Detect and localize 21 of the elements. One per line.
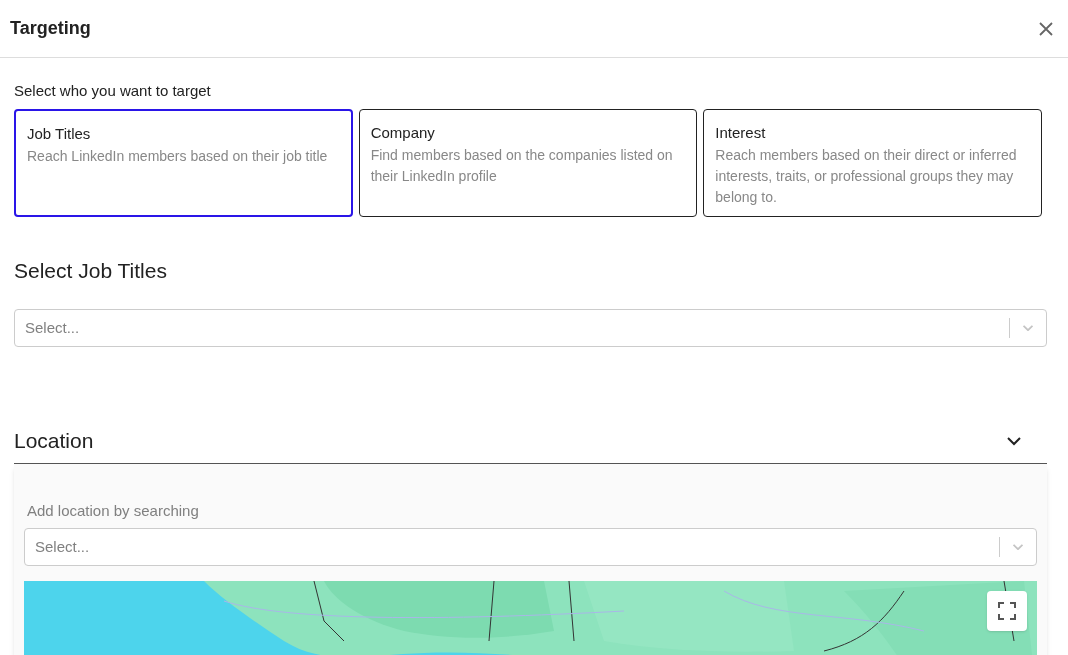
section-heading: Select Job Titles bbox=[14, 257, 168, 284]
target-option-card[interactable]: Company Find members based on the companies listed on their LinkedIn profile bbox=[358, 108, 698, 217]
option-title: Interest bbox=[715, 122, 767, 143]
target-option-card[interactable]: Job Titles Reach LinkedIn members based on their job title bbox=[14, 108, 353, 217]
select-field[interactable]: Select... bbox=[24, 528, 1037, 566]
option-title: Job Titles bbox=[27, 123, 92, 144]
target-option-card[interactable]: Interest Reach members based on their direct or inferred interests, traits, or professional groups they may belong to. bbox=[703, 108, 1042, 217]
target-prompt: Select who you want to target bbox=[14, 81, 212, 101]
chevron-icon bbox=[1023, 325, 1033, 331]
select-field[interactable]: Select... bbox=[14, 309, 1047, 347]
option-description: Find members based on the companies listed on their LinkedIn profile bbox=[370, 146, 674, 186]
option-description: Reach LinkedIn members based on their job title bbox=[27, 147, 329, 166]
field-label: Add location by searching bbox=[26, 500, 200, 521]
chevron-icon bbox=[1013, 544, 1023, 550]
dialog-title: Targeting bbox=[10, 17, 91, 40]
fullscreen-button[interactable] bbox=[987, 591, 1027, 631]
chevron-icon[interactable] bbox=[1007, 435, 1021, 446]
option-title: Company bbox=[370, 122, 436, 143]
option-description: Reach members based on their direct or inferred interests, traits, or professional groups they may belong to. bbox=[715, 146, 1018, 207]
fullscreen-icon bbox=[998, 602, 1016, 620]
section-heading: Location bbox=[14, 428, 94, 454]
